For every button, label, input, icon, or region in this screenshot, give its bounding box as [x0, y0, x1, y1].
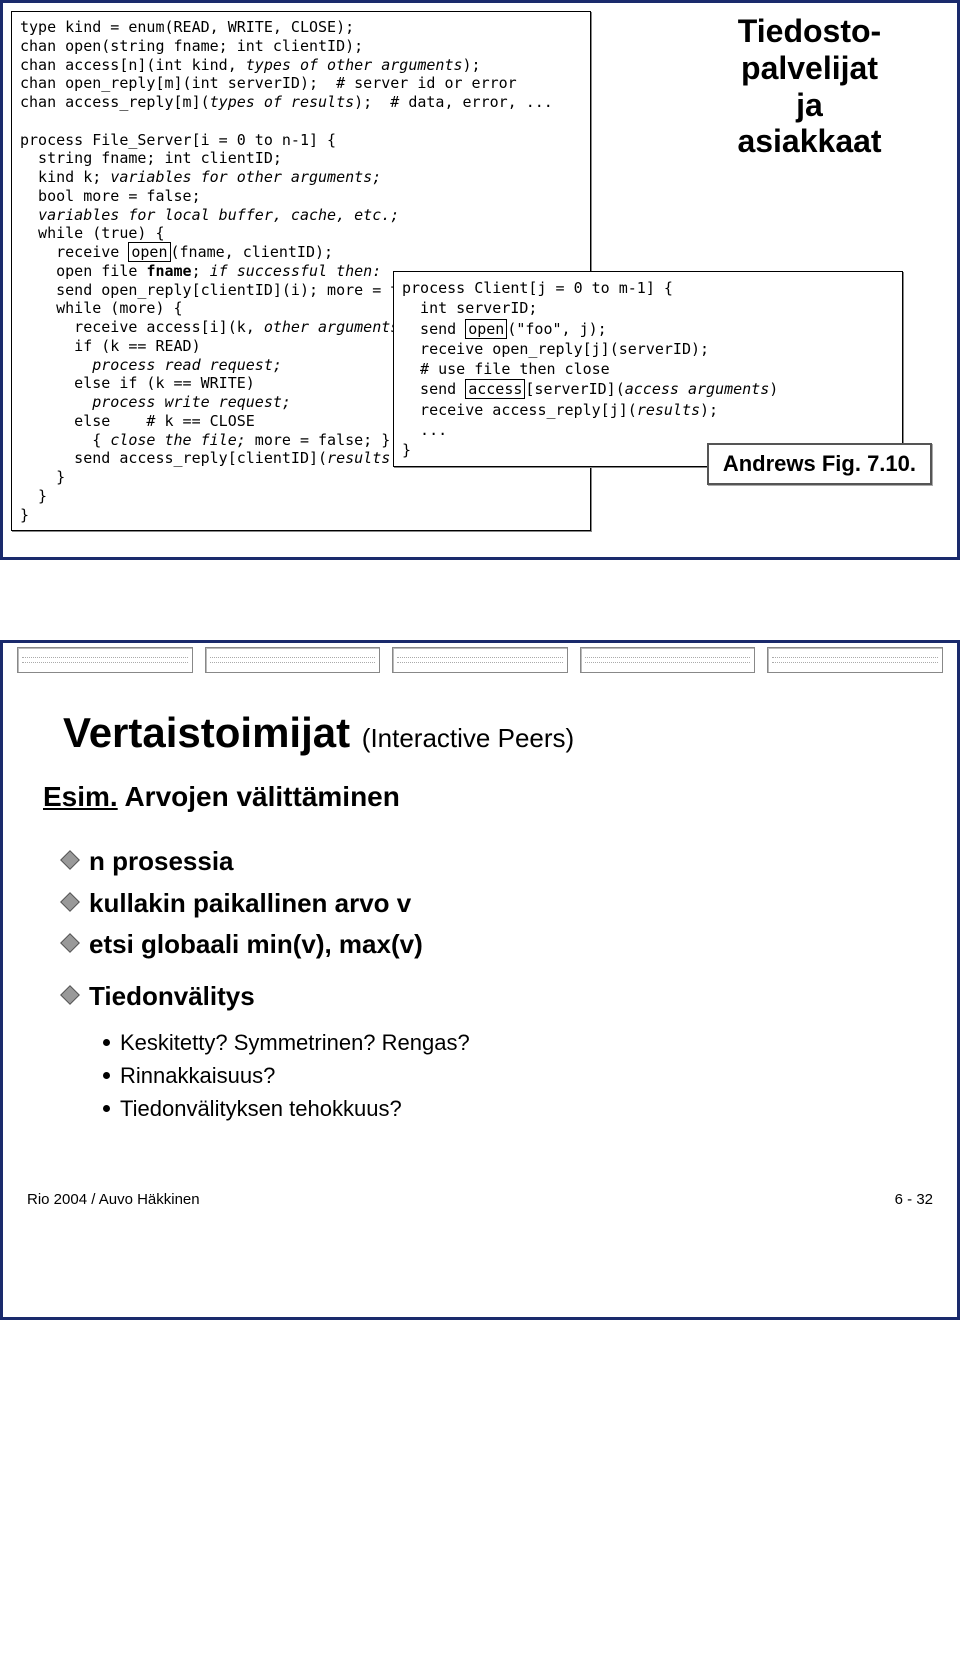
- title-main: Vertaistoimijat: [63, 709, 350, 756]
- slide-2: Vertaistoimijat (Interactive Peers) Esim…: [0, 640, 960, 1320]
- diamond-icon: [60, 985, 80, 1005]
- sub-bullet-text: Keskitetty? Symmetrinen? Rengas?: [120, 1026, 470, 1059]
- slide-1-inner: type kind = enum(READ, WRITE, CLOSE); ch…: [3, 3, 957, 499]
- dot-icon: [103, 1105, 110, 1112]
- bullet-item: Tiedonvälitys: [63, 978, 917, 1016]
- bullet-text: n prosessia: [89, 843, 234, 881]
- sub-bullet-item: Keskitetty? Symmetrinen? Rengas?: [103, 1026, 917, 1059]
- sub-bullet-text: Tiedonvälityksen tehokkuus?: [120, 1092, 402, 1125]
- deco-cell: [392, 647, 568, 673]
- bullet-text: Tiedonvälitys: [89, 978, 255, 1016]
- deco-cell: [205, 647, 381, 673]
- esim-label: Esim.: [43, 781, 118, 812]
- diamond-icon: [60, 933, 80, 953]
- sub-bullet-text: Rinnakkaisuus?: [120, 1059, 275, 1092]
- figure-reference: Andrews Fig. 7.10.: [707, 443, 932, 485]
- slide-2-title: Vertaistoimijat (Interactive Peers): [3, 673, 957, 763]
- diamond-icon: [60, 892, 80, 912]
- footer-left: Rio 2004 / Auvo Häkkinen: [27, 1191, 200, 1208]
- dot-icon: [103, 1039, 110, 1046]
- footer-right: 6 - 32: [895, 1191, 933, 1208]
- sub-bullet-item: Tiedonvälityksen tehokkuus?: [103, 1092, 917, 1125]
- bullet-text: kullakin paikallinen arvo v: [89, 885, 411, 923]
- deco-cell: [580, 647, 756, 673]
- deco-cell: [17, 647, 193, 673]
- bullet-item: kullakin paikallinen arvo v: [63, 885, 917, 923]
- bullets: n prosessia kullakin paikallinen arvo v …: [3, 823, 957, 1026]
- esim-text: Arvojen välittäminen: [124, 781, 399, 812]
- slide-footer: Rio 2004 / Auvo Häkkinen 6 - 32: [3, 1135, 957, 1218]
- diamond-icon: [60, 850, 80, 870]
- client-code: process Client[j = 0 to m-1] { int serve…: [402, 278, 894, 460]
- sub-bullets: Keskitetty? Symmetrinen? Rengas? Rinnakk…: [3, 1026, 957, 1135]
- slide-1-title: Tiedosto- palvelijat ja asiakkaat: [687, 13, 932, 160]
- dot-icon: [103, 1072, 110, 1079]
- title-sub: (Interactive Peers): [362, 723, 574, 753]
- bullet-item: etsi globaali min(v), max(v): [63, 926, 917, 964]
- client-code-box: process Client[j = 0 to m-1] { int serve…: [393, 271, 903, 467]
- deco-cell: [767, 647, 943, 673]
- bullet-item: n prosessia: [63, 843, 917, 881]
- decorative-strip: [3, 643, 957, 673]
- sub-bullet-item: Rinnakkaisuus?: [103, 1059, 917, 1092]
- slide-1: type kind = enum(READ, WRITE, CLOSE); ch…: [0, 0, 960, 560]
- example-line: Esim. Arvojen välittäminen: [3, 763, 957, 823]
- bullet-text: etsi globaali min(v), max(v): [89, 926, 423, 964]
